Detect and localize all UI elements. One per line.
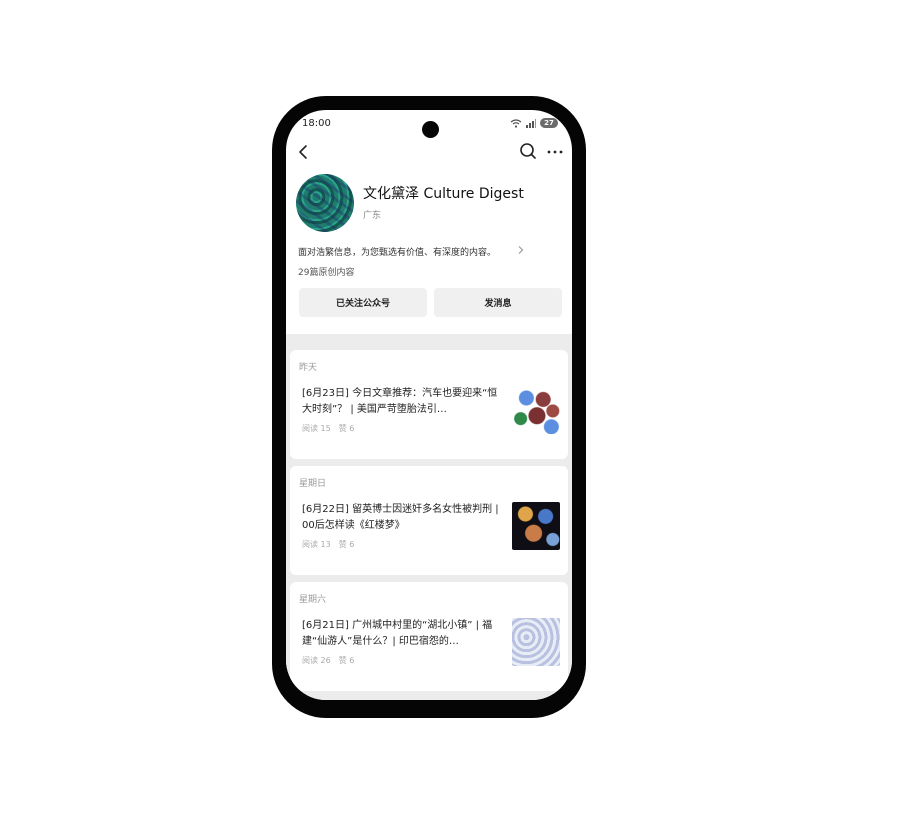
chevron-left-icon[interactable] <box>293 141 315 163</box>
like-count: 赞 6 <box>338 540 355 549</box>
article-stats: 阅读 15 赞 6 <box>302 423 354 434</box>
front-camera <box>422 121 439 138</box>
account-name: 文化黛泽 Culture Digest <box>363 186 524 202</box>
article-date: 昨天 <box>299 363 318 373</box>
read-count: 阅读 13 <box>302 540 331 549</box>
like-count: 赞 6 <box>338 424 355 433</box>
status-icons: 27 <box>510 118 558 128</box>
article-date: 星期日 <box>299 479 327 489</box>
article-title[interactable]: [6月22日] 留英博士因迷奸多名女性被判刑 | 00后怎样读《红楼梦》 <box>302 502 504 534</box>
article-thumbnail[interactable] <box>512 618 560 666</box>
phone-screen: 18:00 27 文化黛泽 Culture Digest 广东 面对浩繁信息，为… <box>286 110 572 700</box>
read-count: 阅读 15 <box>302 424 331 433</box>
article-stats: 阅读 26 赞 6 <box>302 655 354 666</box>
followed-button[interactable]: 已关注公众号 <box>299 288 427 317</box>
wifi-icon <box>510 118 522 128</box>
article-card[interactable]: 星期六 [6月21日] 广州城中村里的“湖北小镇” | 福建“仙游人”是什么？|… <box>290 582 568 691</box>
battery-icon: 27 <box>540 118 558 128</box>
send-message-button[interactable]: 发消息 <box>434 288 562 317</box>
article-count: 29篇原创内容 <box>298 268 355 278</box>
phone-frame: 18:00 27 文化黛泽 Culture Digest 广东 面对浩繁信息，为… <box>272 96 586 718</box>
article-card[interactable]: 昨天 [6月23日] 今日文章推荐：汽车也要迎来“恒大时刻”？ | 美国严苛堕胎… <box>290 350 568 459</box>
like-count: 赞 6 <box>338 656 355 665</box>
search-icon[interactable] <box>517 140 539 162</box>
article-title[interactable]: [6月23日] 今日文章推荐：汽车也要迎来“恒大时刻”？ | 美国严苛堕胎法引… <box>302 386 504 418</box>
article-card[interactable]: 星期日 [6月22日] 留英博士因迷奸多名女性被判刑 | 00后怎样读《红楼梦》… <box>290 466 568 575</box>
chevron-right-icon[interactable] <box>517 245 525 255</box>
account-location: 广东 <box>363 211 382 221</box>
article-thumbnail[interactable] <box>512 502 560 550</box>
article-thumbnail[interactable] <box>512 386 560 434</box>
article-stats: 阅读 13 赞 6 <box>302 539 354 550</box>
article-feed: 昨天 [6月23日] 今日文章推荐：汽车也要迎来“恒大时刻”？ | 美国严苛堕胎… <box>286 334 572 700</box>
more-horizontal-icon[interactable] <box>544 141 566 163</box>
article-date: 星期六 <box>299 595 327 605</box>
account-avatar[interactable] <box>296 174 354 232</box>
read-count: 阅读 26 <box>302 656 331 665</box>
status-time: 18:00 <box>302 118 331 129</box>
article-title[interactable]: [6月21日] 广州城中村里的“湖北小镇” | 福建“仙游人”是什么？| 印巴宿… <box>302 618 504 650</box>
signal-icon <box>526 118 536 128</box>
account-description[interactable]: 面对浩繁信息，为您甄选有价值、有深度的内容。 <box>298 245 496 258</box>
